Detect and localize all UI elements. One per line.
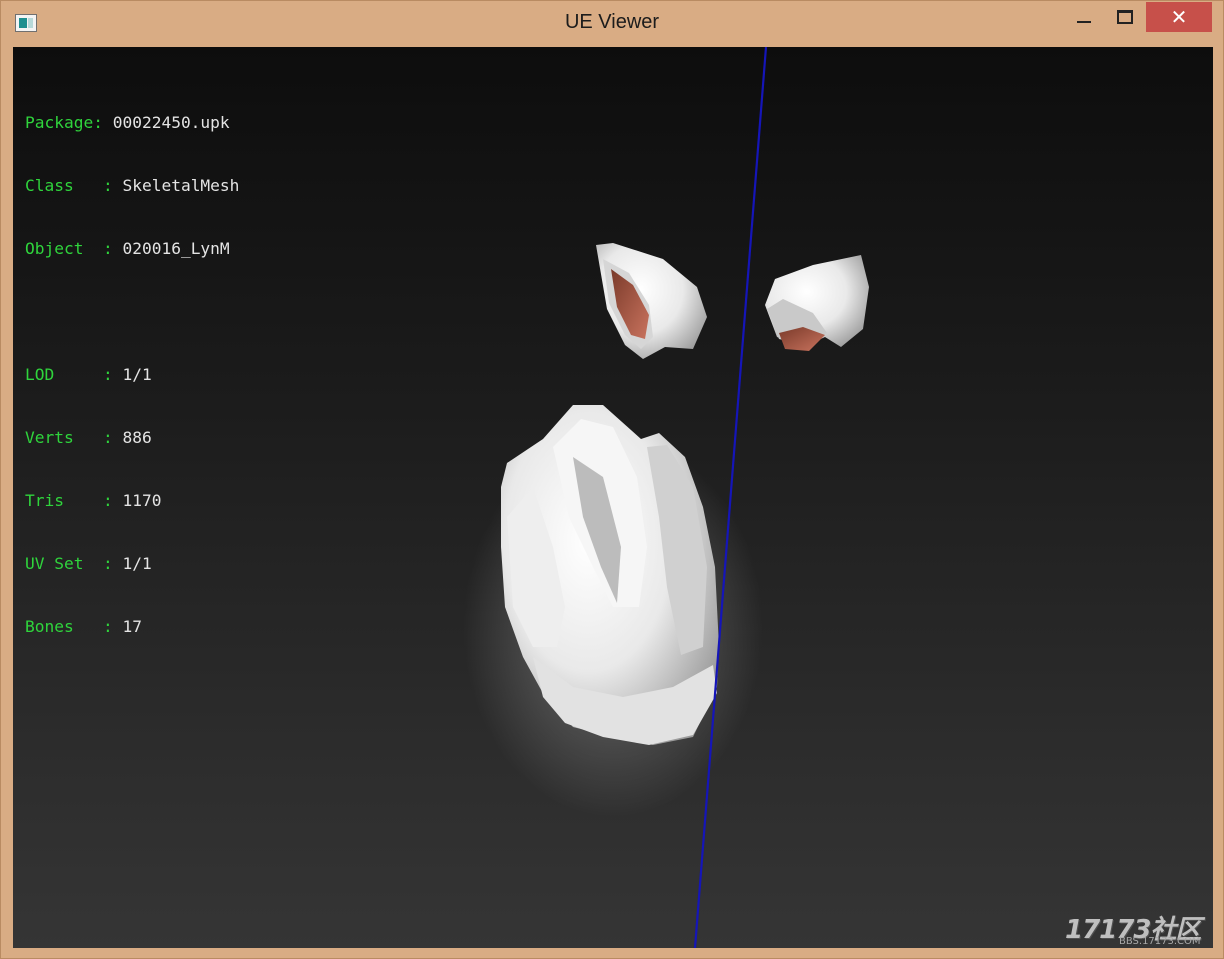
- info-row-bones: Bones : 17: [25, 616, 239, 637]
- info-value: 00022450.upk: [112, 113, 230, 132]
- maximize-button[interactable]: [1109, 2, 1139, 32]
- info-key: Object :: [25, 239, 113, 258]
- info-value: SkeletalMesh: [122, 176, 240, 195]
- info-key: Verts :: [25, 428, 113, 447]
- info-key: Tris :: [25, 491, 113, 510]
- title-bar[interactable]: UE Viewer ✕: [1, 1, 1223, 47]
- info-row-uvset: UV Set : 1/1: [25, 553, 239, 574]
- info-row-verts: Verts : 886: [25, 427, 239, 448]
- info-row-class: Class : SkeletalMesh: [25, 175, 239, 196]
- minimize-button[interactable]: [1069, 2, 1099, 32]
- app-window: UE Viewer ✕ Package: 00022450.upk Class …: [0, 0, 1224, 959]
- info-value: 17: [122, 617, 142, 636]
- info-row-lod: LOD : 1/1: [25, 364, 239, 385]
- info-key: Class :: [25, 176, 113, 195]
- info-key: Package:: [25, 113, 103, 132]
- 3d-viewport[interactable]: Package: 00022450.upk Class : SkeletalMe…: [13, 47, 1213, 948]
- info-row-object: Object : 020016_LynM: [25, 238, 239, 259]
- info-value: 020016_LynM: [122, 239, 230, 258]
- info-key: LOD :: [25, 365, 113, 384]
- left-ear-mesh: [596, 243, 707, 359]
- site-watermark: 17173社区 BBS.17173.COM: [1065, 909, 1205, 947]
- info-key: Bones :: [25, 617, 113, 636]
- mesh-info-panel: Package: 00022450.upk Class : SkeletalMe…: [25, 70, 239, 679]
- info-value: 1170: [122, 491, 162, 510]
- right-ear-mesh: [765, 255, 869, 351]
- info-value: 886: [122, 428, 152, 447]
- info-key: UV Set :: [25, 554, 113, 573]
- window-title: UE Viewer: [564, 11, 660, 33]
- info-row-tris: Tris : 1170: [25, 490, 239, 511]
- info-row-package: Package: 00022450.upk: [25, 112, 239, 133]
- info-value: 1/1: [122, 554, 152, 573]
- info-value: 1/1: [122, 365, 152, 384]
- watermark-url: BBS.17173.COM: [1119, 936, 1201, 947]
- close-button[interactable]: ✕: [1146, 2, 1212, 32]
